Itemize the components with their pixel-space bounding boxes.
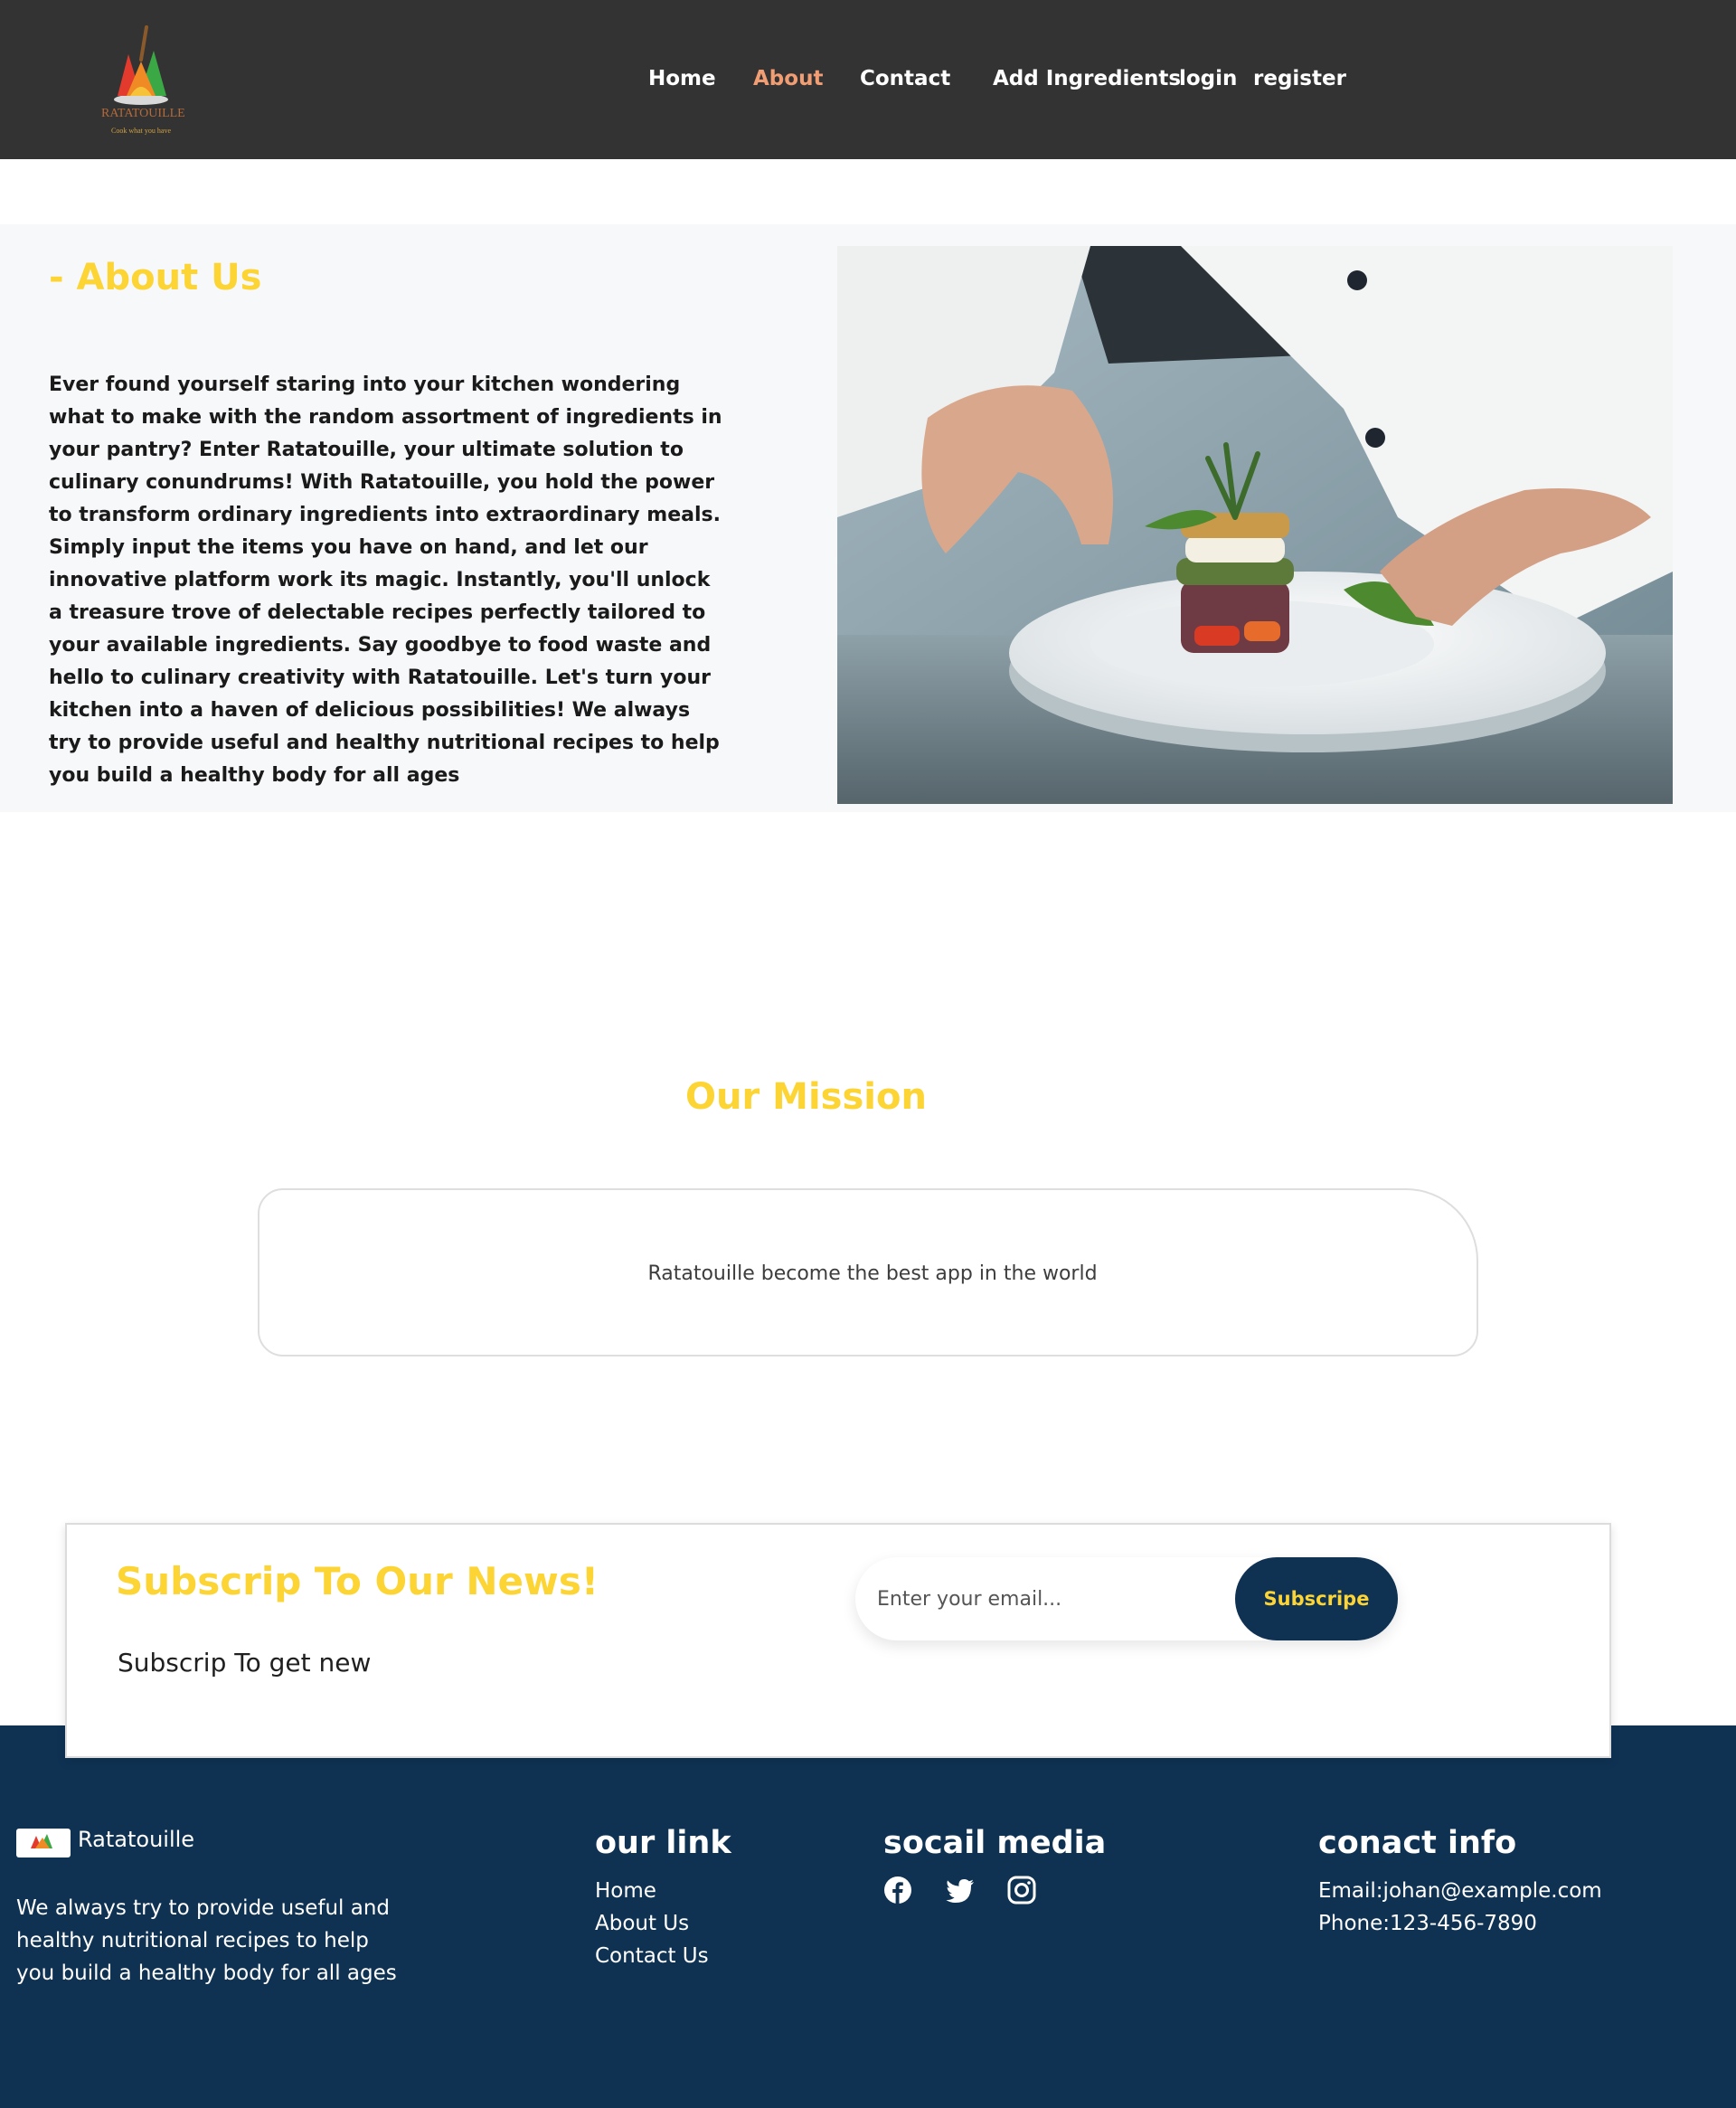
nav-contact[interactable]: Contact xyxy=(860,67,950,90)
nav-about[interactable]: About xyxy=(753,67,823,90)
facebook-icon[interactable] xyxy=(883,1876,914,1906)
footer-brand: Ratatouille xyxy=(78,1827,195,1852)
about-title: - About Us xyxy=(49,257,262,298)
nav-add-ingredients[interactable]: Add Ingredients xyxy=(993,67,1181,90)
footer-links-heading: our link xyxy=(595,1825,731,1861)
mission-text: Ratatouille become the best app in the w… xyxy=(647,1262,1098,1285)
subscribe-form: Subscripe xyxy=(855,1557,1398,1640)
chef-plating-dish-photo xyxy=(837,246,1673,804)
footer-logo[interactable] xyxy=(16,1829,71,1857)
subscribe-button[interactable]: Subscripe xyxy=(1235,1557,1398,1640)
about-section: - About Us Ever found yourself staring i… xyxy=(0,224,1736,812)
logo-name: RATATOUILLE xyxy=(101,107,185,120)
twitter-icon[interactable] xyxy=(945,1876,976,1906)
footer-contact-heading: conact info xyxy=(1318,1825,1517,1861)
mission-title: Our Mission xyxy=(685,1076,927,1118)
nav-home[interactable]: Home xyxy=(648,67,716,90)
subscribe-title: Subscrip To Our News! xyxy=(116,1559,599,1603)
email-input[interactable] xyxy=(877,1577,1221,1621)
subscribe-box: Subscrip To Our News! Subscrip To get ne… xyxy=(65,1523,1611,1758)
nav-register[interactable]: register xyxy=(1253,67,1346,90)
footer-link-contact[interactable]: Contact Us xyxy=(595,1944,709,1968)
vegetable-logo-icon xyxy=(31,1834,52,1848)
subscribe-description: Subscrip To get new xyxy=(118,1648,372,1678)
instagram-icon[interactable] xyxy=(1007,1876,1038,1906)
site-logo[interactable]: RATATOUILLE Cook what you have xyxy=(101,24,185,141)
footer-social-heading: socail media xyxy=(883,1825,1107,1861)
footer-link-home[interactable]: Home xyxy=(595,1879,656,1903)
nav-login[interactable]: login xyxy=(1179,67,1237,90)
footer-email: Email:johan@example.com xyxy=(1318,1879,1602,1903)
footer-description: We always try to provide useful and heal… xyxy=(16,1896,397,1985)
navbar: RATATOUILLE Cook what you have Home Abou… xyxy=(0,0,1736,159)
vegetable-logo-icon xyxy=(114,25,168,105)
mission-card: Ratatouille become the best app in the w… xyxy=(258,1188,1478,1356)
about-text: Ever found yourself staring into your ki… xyxy=(49,373,722,787)
footer-link-about[interactable]: About Us xyxy=(595,1912,689,1935)
footer-phone: Phone:123-456-7890 xyxy=(1318,1912,1537,1935)
logo-tagline: Cook what you have xyxy=(111,127,171,135)
